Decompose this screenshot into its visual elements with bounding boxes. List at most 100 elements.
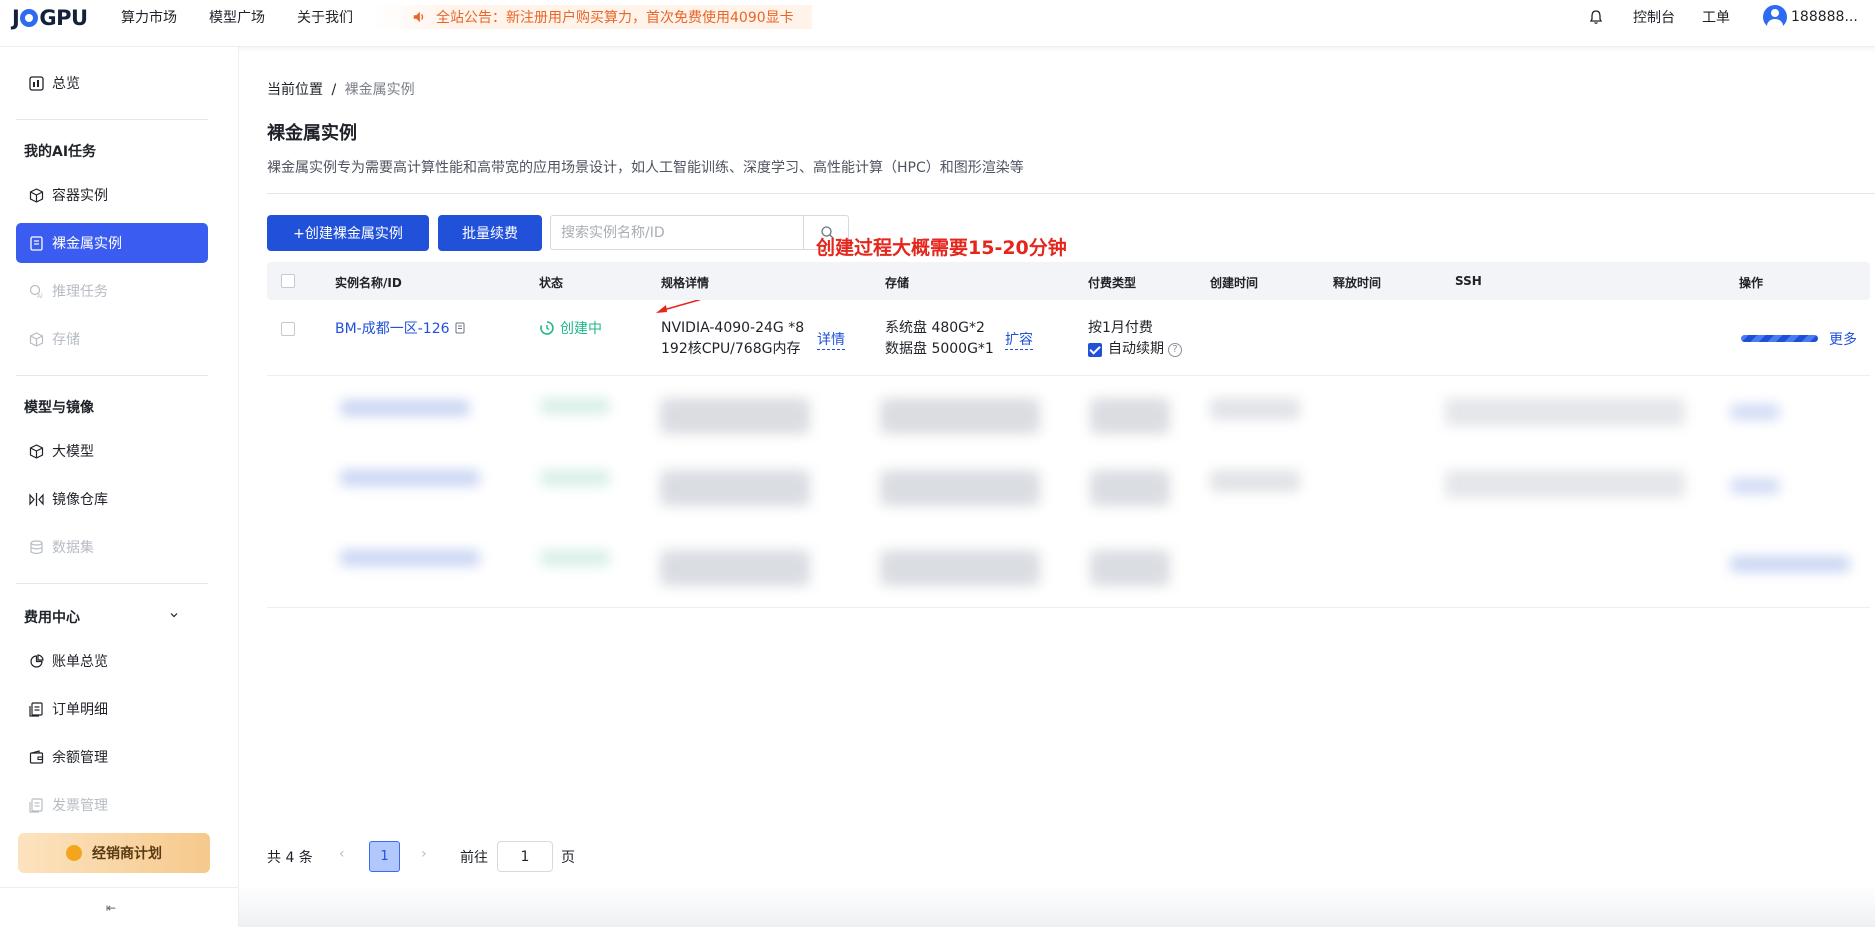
sidebar-item-label: 总览	[52, 76, 80, 92]
divider	[16, 375, 208, 376]
invoice-icon	[28, 797, 44, 813]
page-suffix: 页	[561, 850, 575, 866]
cube-icon	[28, 187, 44, 203]
row-checkbox[interactable]	[281, 322, 295, 336]
sidebar-item-balance[interactable]: 余额管理	[16, 737, 208, 777]
breadcrumb: 当前位置 / 裸金属实例	[267, 79, 415, 99]
dealer-program-button[interactable]: 经销商计划	[18, 833, 210, 873]
sidebar-item-bill-overview[interactable]: 账单总览	[16, 641, 208, 681]
spec-cell: NVIDIA-4090-24G *8 192核CPU/768G内存	[661, 318, 804, 360]
user-menu[interactable]: 188888...	[1763, 0, 1858, 34]
creation-progress-bar	[1741, 335, 1818, 342]
nav-model-square[interactable]: 模型广场	[209, 7, 265, 27]
breadcrumb-current: 裸金属实例	[344, 82, 415, 98]
pagination-total: 共 4 条	[267, 850, 313, 866]
goto-page-input[interactable]: 1	[497, 841, 553, 872]
ai-inference-icon: AI	[28, 283, 44, 299]
logo[interactable]: J GPU	[12, 6, 88, 30]
sidebar-item-overview[interactable]: 总览	[16, 63, 208, 103]
create-baremetal-button[interactable]: +创建裸金属实例	[267, 215, 429, 251]
page-number-button[interactable]: 1	[369, 841, 400, 872]
sidebar-item-label: 发票管理	[52, 798, 108, 814]
sidebar-item-invoice[interactable]: 发票管理	[16, 785, 208, 825]
help-icon[interactable]: ?	[1168, 342, 1182, 357]
batch-renew-button[interactable]: 批量续费	[438, 215, 542, 251]
nav-compute-market[interactable]: 算力市场	[121, 7, 177, 27]
model-icon	[28, 443, 44, 459]
expand-storage-link[interactable]: 扩容	[1005, 329, 1033, 350]
col-released: 释放时间	[1333, 276, 1382, 290]
wallet-icon	[28, 749, 44, 765]
instance-name-cell: BM-成都一区-126	[335, 318, 466, 338]
sidebar-item-dataset[interactable]: 数据集	[16, 527, 208, 567]
table-row: BM-成都一区-126 创建中 NVIDIA-4090-24G *8 192核C…	[267, 300, 1870, 376]
col-ssh: SSH	[1455, 274, 1482, 288]
auto-renew-checkbox[interactable]	[1088, 343, 1102, 357]
speaker-icon	[413, 11, 424, 23]
sidebar-item-baremetal[interactable]: 裸金属实例	[16, 223, 208, 263]
collapse-sidebar-icon[interactable]: ⇤	[106, 901, 116, 915]
sidebar-item-container[interactable]: 容器实例	[16, 175, 208, 215]
auto-renew-toggle[interactable]: 自动续期 ?	[1088, 339, 1182, 360]
console-link[interactable]: 控制台	[1633, 0, 1675, 34]
divider	[0, 887, 239, 888]
sidebar-item-image-repo[interactable]: 镜像仓库	[16, 479, 208, 519]
data-disk: 数据盘 5000G*1	[885, 341, 994, 357]
ticket-link[interactable]: 工单	[1702, 0, 1730, 34]
sidebar: 总览 我的AI任务 容器实例 裸金属实例 AI 推理任务 存储 模型与镜像 大模…	[0, 47, 239, 927]
sidebar-item-label: 存储	[52, 332, 80, 348]
divider	[16, 583, 208, 584]
sidebar-item-label: 大模型	[52, 444, 94, 460]
system-disk: 系统盘 480G*2	[885, 320, 985, 336]
top-bar: J GPU 算力市场 模型广场 关于我们 全站公告：新注册用户购买算力，首次免费使…	[0, 0, 1875, 47]
spec-gpu: NVIDIA-4090-24G *8	[661, 320, 805, 336]
dashboard-icon	[28, 75, 44, 91]
announcement-banner: 全站公告：新注册用户购买算力，首次免费使用4090显卡	[372, 5, 812, 29]
bell-icon[interactable]	[1588, 9, 1604, 25]
divider	[16, 119, 208, 120]
search-input[interactable]	[551, 216, 803, 249]
sidebar-item-storage[interactable]: 存储	[16, 319, 208, 359]
breadcrumb-prefix: 当前位置	[267, 82, 323, 98]
nav-about-us[interactable]: 关于我们	[297, 7, 353, 27]
annotation-note: 创建过程大概需要15-20分钟	[816, 237, 1067, 259]
sidebar-item-label: 订单明细	[52, 702, 108, 718]
next-page-icon[interactable]: ›	[421, 846, 427, 862]
copy-icon[interactable]	[454, 322, 466, 334]
col-spec: 规格详情	[661, 276, 710, 290]
col-actions: 操作	[1739, 276, 1764, 290]
user-name: 188888...	[1791, 9, 1858, 25]
database-icon	[28, 539, 44, 555]
breadcrumb-separator: /	[331, 82, 337, 98]
avatar	[1763, 5, 1787, 29]
instance-name-link[interactable]: BM-成都一区-126	[335, 318, 450, 338]
auto-renew-label: 自动续期	[1108, 341, 1164, 357]
loading-icon	[540, 321, 554, 335]
more-actions-link[interactable]: 更多	[1829, 329, 1857, 349]
col-storage: 存储	[885, 276, 910, 290]
dealer-program-label: 经销商计划	[92, 846, 162, 862]
sidebar-item-orders[interactable]: 订单明细	[16, 689, 208, 729]
logo-mark-icon	[20, 9, 39, 27]
table-bottom-border	[267, 607, 1870, 608]
prev-page-icon[interactable]: ‹	[339, 846, 345, 862]
status-badge: 创建中	[539, 318, 602, 338]
divider	[267, 193, 1875, 194]
sidebar-item-llm[interactable]: 大模型	[16, 431, 208, 471]
sidebar-item-label: 镜像仓库	[52, 492, 108, 508]
select-all-checkbox[interactable]	[281, 274, 295, 288]
col-created: 创建时间	[1210, 276, 1259, 290]
sidebar-item-inference[interactable]: AI 推理任务	[16, 271, 208, 311]
sidebar-item-label: 裸金属实例	[52, 236, 122, 252]
sidebar-item-label: 账单总览	[52, 654, 108, 670]
section-billing[interactable]: 费用中心	[24, 607, 80, 627]
section-ai-tasks: 我的AI任务	[24, 144, 97, 160]
mirror-icon	[28, 491, 44, 507]
spec-details-link[interactable]: 详情	[817, 329, 845, 350]
goto-label: 前往	[460, 850, 488, 866]
page-description: 裸金属实例专为需要高计算性能和高带宽的应用场景设计，如人工智能训练、深度学习、高…	[267, 160, 1024, 176]
col-name: 实例名称/ID	[335, 276, 402, 290]
announcement-text: 全站公告：新注册用户购买算力，首次免费使用4090显卡	[436, 10, 794, 26]
search-box	[550, 215, 849, 250]
chevron-down-icon[interactable]	[169, 610, 179, 620]
